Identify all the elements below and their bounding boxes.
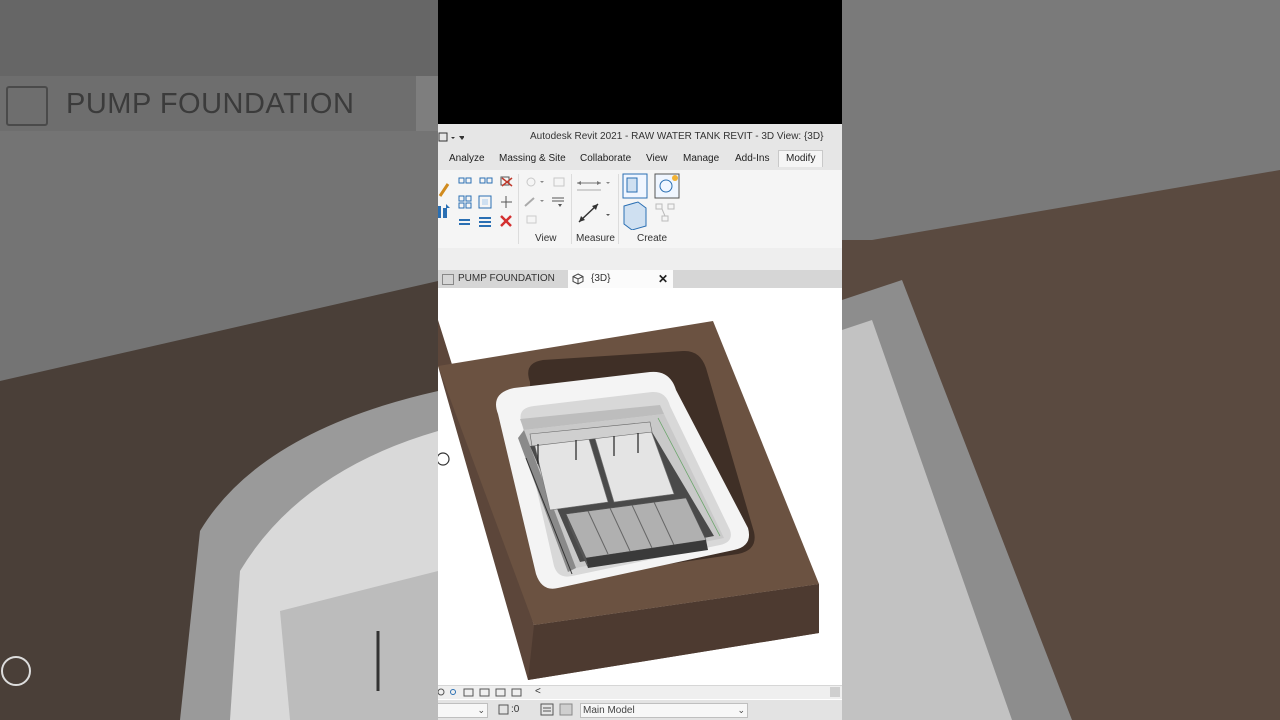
view-group-label: View [535,233,557,244]
ribbon-separator [571,174,572,244]
view-tools-icons[interactable] [522,174,572,232]
tab-add-ins[interactable]: Add-Ins [735,153,769,164]
background-left-panel: PUMP FOUNDATION [0,0,438,720]
scale-icon [478,195,492,209]
background-3d-view-right [842,0,1280,720]
options-bar [438,248,842,270]
delete-icon [500,215,512,227]
worksets-icons[interactable] [540,703,574,717]
doc-tab-label: {3D} [591,273,611,284]
background-right-panel [842,0,1280,720]
tab-view[interactable]: View [646,153,668,164]
status-bar: ⌄ :0 Main Model ⌄ [438,700,842,720]
pin-icon [479,217,491,227]
tab-analyze[interactable]: Analyze [449,153,485,164]
background-floor-plan-icon [6,86,48,126]
measure-group-label: Measure [576,233,615,244]
editable-only-icon[interactable] [498,704,510,716]
chevron-down-icon: ⌄ [737,705,745,715]
document-tab-bar: PUMP FOUNDATION {3D} ✕ [438,270,842,288]
tab-massing-site[interactable]: Massing & Site [499,153,566,164]
modify-tools-icons[interactable] [438,174,452,234]
selection-count: :0 [511,704,520,715]
3d-viewport[interactable] [438,288,842,685]
offset-icon [479,177,493,184]
split-icon [459,219,470,225]
3d-view-icon [572,273,584,285]
mirror-icon [500,176,513,187]
doc-tab-3d[interactable]: {3D} ✕ [568,270,673,288]
tab-collaborate[interactable]: Collaborate [580,153,631,164]
view-control-bar: < [438,685,842,699]
window-title: Autodesk Revit 2021 - RAW WATER TANK REV… [530,131,824,142]
chevron-down-icon: ⌄ [477,705,485,715]
steering-wheel-icon[interactable] [438,452,450,466]
ribbon-separator [518,174,519,244]
ribbon-tab-bar: Analyze Massing & Site Collaborate View … [438,150,842,170]
background-tab-label: PUMP FOUNDATION [66,88,355,120]
doc-tab-pump-foundation[interactable]: PUMP FOUNDATION [438,270,566,288]
background-3d-view [0,131,438,720]
create-tools-icons[interactable] [622,172,682,230]
measure-tools-icons[interactable] [574,174,620,232]
background-top-strip [0,0,438,76]
background-home-icon [416,76,438,131]
title-bar: Autodesk Revit 2021 - RAW WATER TANK REV… [438,124,842,150]
align-icon [458,177,472,184]
letterbox-top [438,0,842,124]
doc-tab-label: PUMP FOUNDATION [458,273,555,284]
scroll-left-button[interactable]: < [535,686,541,697]
workset-dropdown[interactable]: Main Model ⌄ [580,703,748,718]
close-tab-icon[interactable]: ✕ [658,270,668,288]
view-control-icons[interactable] [438,687,538,699]
quick-access-toolbar[interactable] [438,131,465,146]
tab-modify[interactable]: Modify [778,150,824,167]
quick-access-icon[interactable] [438,131,465,143]
array-icon [458,195,472,209]
selection-combo[interactable]: ⌄ [438,703,488,718]
horizontal-scrollbar-thumb[interactable] [830,687,840,697]
ribbon-separator [618,174,619,244]
floor-plan-icon [442,274,454,285]
revit-window: Autodesk Revit 2021 - RAW WATER TANK REV… [438,0,842,720]
3d-model-view[interactable] [438,288,842,685]
trim-icon [501,196,512,208]
workset-value: Main Model [583,705,635,716]
tab-manage[interactable]: Manage [683,153,719,164]
ribbon-panel: View Measure Create [438,170,842,249]
create-group-label: Create [637,233,668,244]
